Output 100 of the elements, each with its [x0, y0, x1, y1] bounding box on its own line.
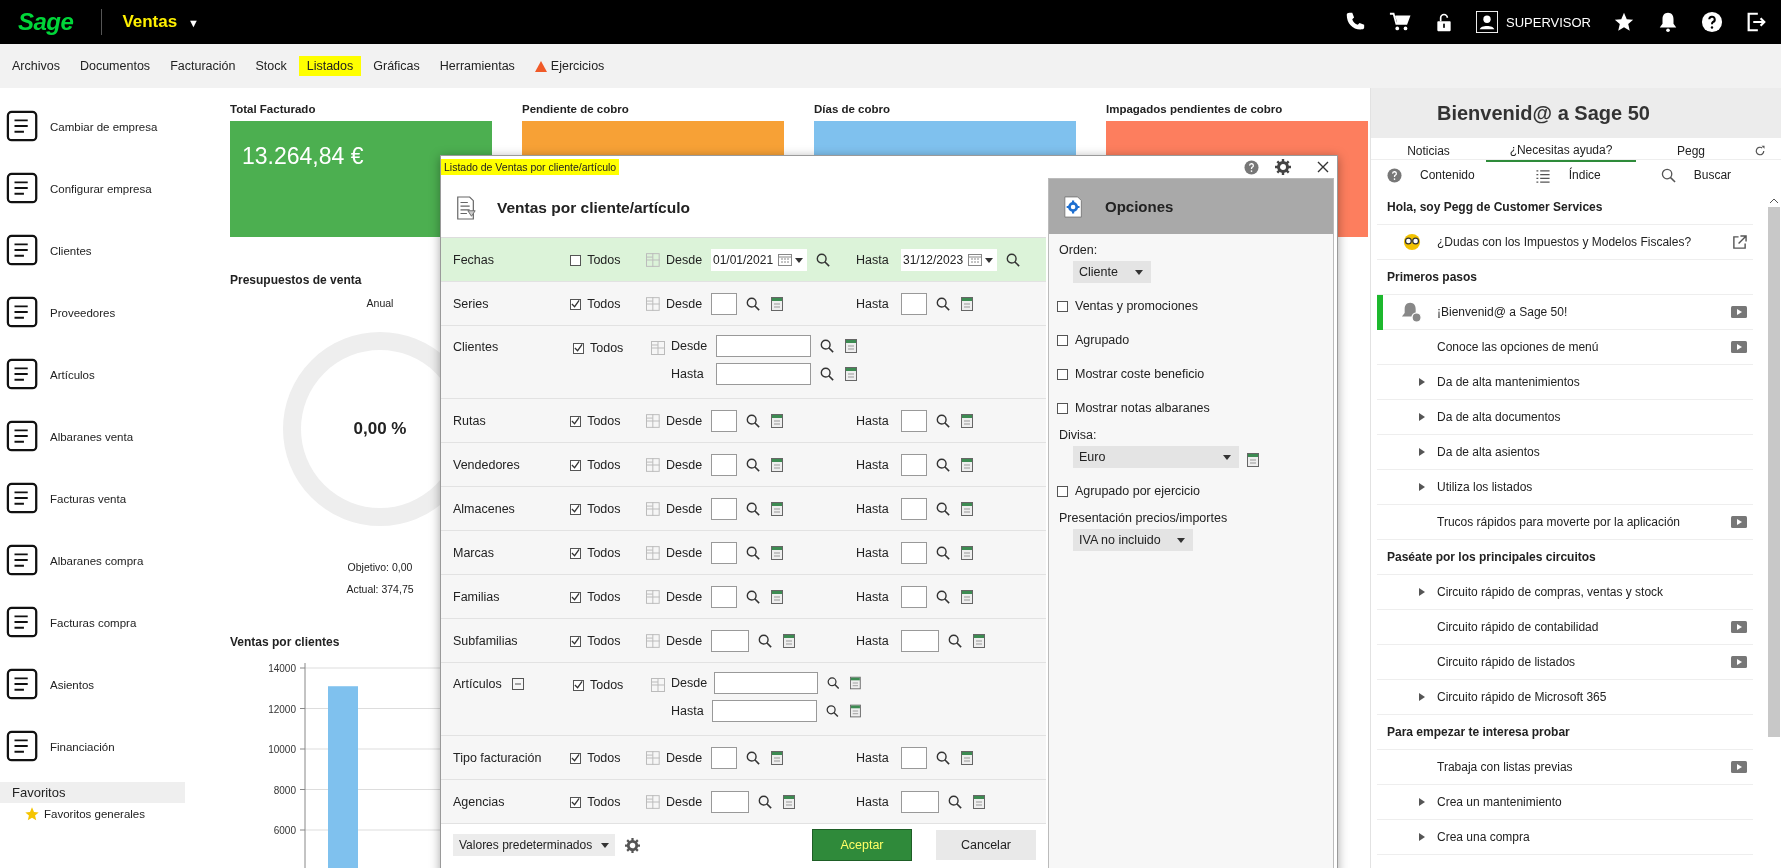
input-field[interactable]	[901, 791, 939, 813]
cancel-button[interactable]: Cancelar	[936, 830, 1036, 860]
date-field[interactable]: 01/01/2021	[711, 249, 808, 271]
checkbox[interactable]	[570, 635, 582, 647]
collapse-icon[interactable]	[511, 678, 524, 690]
tab[interactable]: Pegg	[1636, 139, 1746, 162]
tab[interactable]: ¿Necesitas ayuda?	[1486, 139, 1636, 162]
search-icon[interactable]	[948, 795, 962, 809]
search-icon[interactable]	[746, 297, 760, 311]
search-icon[interactable]	[746, 458, 760, 472]
external-link-icon[interactable]	[1732, 234, 1747, 250]
accept-button[interactable]: Aceptar	[812, 829, 912, 861]
tab[interactable]: Noticias	[1371, 139, 1486, 162]
input-field[interactable]	[711, 498, 737, 520]
checkbox[interactable]	[1057, 485, 1068, 497]
video-icon[interactable]	[1731, 761, 1747, 773]
select-dropdown[interactable]: Euro	[1073, 446, 1239, 468]
help-link[interactable]: Utiliza los listados	[1437, 480, 1753, 494]
note-icon[interactable]	[961, 458, 973, 472]
input-field[interactable]	[716, 335, 811, 357]
sidebar-item[interactable]: Facturas venta	[50, 493, 127, 505]
input-field[interactable]	[901, 293, 927, 315]
video-icon[interactable]	[1731, 516, 1747, 528]
menu-item[interactable]: Gráficas	[365, 56, 428, 76]
sidebar-item[interactable]: Clientes	[50, 245, 92, 257]
search-icon[interactable]	[936, 414, 950, 428]
settings-icon[interactable]	[1275, 159, 1291, 175]
menu-item[interactable]: Facturación	[162, 56, 244, 76]
search-icon[interactable]	[746, 414, 760, 428]
input-field[interactable]	[711, 410, 737, 432]
input-field[interactable]	[711, 542, 737, 564]
checkbox[interactable]	[570, 254, 582, 266]
filter-row[interactable]: Marcas Todos Desde Hasta	[441, 531, 1046, 575]
search-icon[interactable]	[758, 634, 772, 648]
search-icon[interactable]	[936, 590, 950, 604]
checkbox[interactable]	[570, 796, 582, 808]
checkbox[interactable]	[570, 752, 582, 764]
star-icon[interactable]	[1613, 11, 1635, 33]
sidebar-item[interactable]: Asientos	[50, 679, 95, 691]
search-icon[interactable]	[820, 339, 834, 353]
note-icon[interactable]	[783, 795, 795, 809]
caret-icon[interactable]	[985, 257, 994, 263]
help-link[interactable]: Conoce las opciones de menú	[1437, 340, 1731, 354]
input-field[interactable]	[901, 410, 927, 432]
help-link[interactable]: Circuito rápido de contabilidad	[1437, 620, 1731, 634]
preset-dropdown[interactable]: Valores predeterminados	[453, 834, 615, 856]
filter-row[interactable]: Subfamilias Todos Desde Hasta	[441, 619, 1046, 663]
help-link[interactable]: Circuito rápido de Microsoft 365	[1437, 690, 1753, 704]
note-icon[interactable]	[771, 546, 783, 560]
checkbox[interactable]	[570, 547, 582, 559]
note-icon[interactable]	[973, 634, 985, 648]
note-icon[interactable]	[961, 546, 973, 560]
input-field[interactable]	[711, 586, 737, 608]
document-icon[interactable]	[6, 172, 40, 206]
sidebar-item[interactable]: Artículos	[50, 369, 95, 381]
expand-arrow-icon[interactable]	[1419, 798, 1425, 806]
document-icon[interactable]	[6, 358, 40, 392]
help-link[interactable]: Trucos rápidos para moverte por la aplicación	[1437, 515, 1731, 529]
search-icon[interactable]	[826, 704, 840, 718]
note-icon[interactable]	[771, 458, 783, 472]
bell-icon[interactable]	[1657, 11, 1679, 33]
help-link[interactable]: ¿Dudas con los Impuestos y Modelos Fiscales?	[1437, 235, 1732, 249]
checkbox[interactable]	[1057, 300, 1068, 312]
note-icon[interactable]	[771, 414, 783, 428]
input-field[interactable]	[714, 672, 818, 694]
menu-item[interactable]: Stock	[247, 56, 295, 76]
select-dropdown[interactable]: IVA no incluido	[1073, 529, 1193, 551]
filter-row[interactable]: Vendedores Todos Desde Hasta	[441, 443, 1046, 487]
help-link[interactable]: Trabaja con listas previas	[1437, 760, 1731, 774]
menu-item[interactable]: Archivos	[4, 56, 68, 76]
menu-item[interactable]: Listados	[298, 56, 362, 76]
menu-item[interactable]: Herramientas	[431, 56, 523, 76]
expand-arrow-icon[interactable]	[1419, 833, 1425, 841]
checkbox[interactable]	[573, 679, 584, 691]
input-field[interactable]	[711, 630, 749, 652]
note-icon[interactable]	[783, 634, 795, 648]
note-icon[interactable]	[845, 367, 857, 381]
filter-row[interactable]: Agencias Todos Desde Hasta	[441, 780, 1046, 824]
checkbox[interactable]	[1057, 402, 1068, 414]
sidebar-item[interactable]: Cambiar de empresa	[50, 121, 158, 133]
sidebar-item[interactable]: Configurar empresa	[50, 183, 152, 195]
help-icon[interactable]	[1701, 11, 1723, 33]
video-icon[interactable]	[1731, 341, 1747, 353]
filter-row[interactable]: Artículos Todos Desde Hasta	[441, 663, 1046, 736]
sidebar-item[interactable]: Financiación	[50, 741, 115, 753]
note-icon[interactable]	[961, 297, 973, 311]
search-icon[interactable]	[1006, 253, 1021, 267]
note-icon[interactable]	[771, 297, 783, 311]
logout-icon[interactable]	[1745, 11, 1767, 33]
expand-arrow-icon[interactable]	[1419, 693, 1425, 701]
checkbox[interactable]	[570, 415, 582, 427]
search-icon[interactable]	[746, 502, 760, 516]
filter-row[interactable]: Almacenes Todos Desde Hasta	[441, 487, 1046, 531]
help-link[interactable]: Da de alta documentos	[1437, 410, 1753, 424]
refresh-icon[interactable]	[1754, 144, 1766, 157]
settings-icon[interactable]	[625, 837, 640, 853]
search-icon[interactable]	[936, 297, 950, 311]
search-icon[interactable]	[948, 634, 962, 648]
menu-item[interactable]: Documentos	[71, 56, 159, 76]
toolbar-button[interactable]: Índice	[1534, 167, 1601, 183]
